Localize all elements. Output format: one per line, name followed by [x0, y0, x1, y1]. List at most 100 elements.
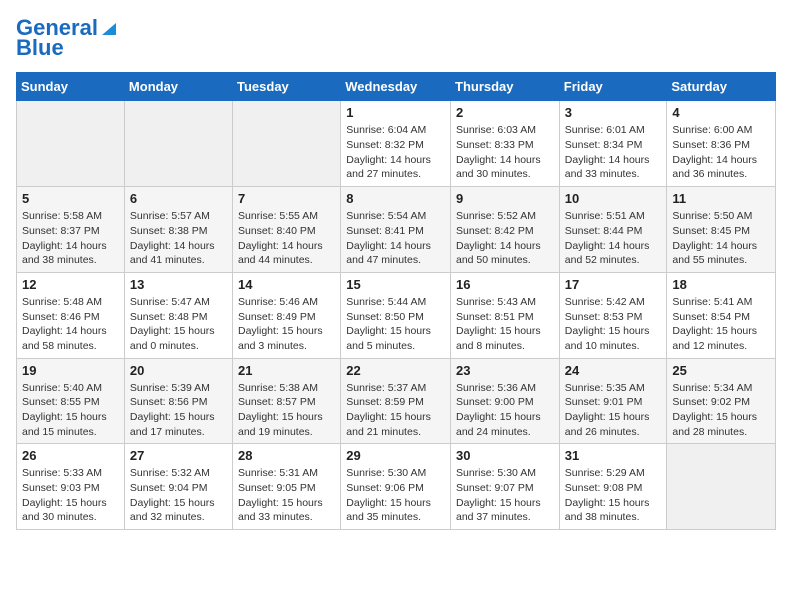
day-info: Sunrise: 5:30 AMSunset: 9:07 PMDaylight:… — [456, 466, 554, 525]
weekday-header-monday: Monday — [124, 73, 232, 101]
calendar-week-2: 5 Sunrise: 5:58 AMSunset: 8:37 PMDaylight… — [17, 187, 776, 273]
day-info: Sunrise: 5:55 AMSunset: 8:40 PMDaylight:… — [238, 209, 335, 268]
calendar-cell: 15 Sunrise: 5:44 AMSunset: 8:50 PMDayligh… — [341, 272, 451, 358]
day-info: Sunrise: 5:58 AMSunset: 8:37 PMDaylight:… — [22, 209, 119, 268]
calendar-cell: 22 Sunrise: 5:37 AMSunset: 8:59 PMDayligh… — [341, 358, 451, 444]
day-number: 14 — [238, 277, 335, 292]
calendar-header-row: SundayMondayTuesdayWednesdayThursdayFrid… — [17, 73, 776, 101]
calendar-cell: 18 Sunrise: 5:41 AMSunset: 8:54 PMDayligh… — [667, 272, 776, 358]
calendar-cell: 30 Sunrise: 5:30 AMSunset: 9:07 PMDayligh… — [451, 444, 560, 530]
logo-icon — [100, 19, 118, 37]
calendar-cell: 20 Sunrise: 5:39 AMSunset: 8:56 PMDayligh… — [124, 358, 232, 444]
calendar-cell: 2Sunrise: 6:03 AMSunset: 8:33 PMDaylight… — [451, 101, 560, 187]
weekday-header-friday: Friday — [559, 73, 667, 101]
day-number: 12 — [22, 277, 119, 292]
day-info: Sunrise: 5:37 AMSunset: 8:59 PMDaylight:… — [346, 381, 445, 440]
logo: General Blue — [16, 16, 118, 60]
day-number: 27 — [130, 448, 227, 463]
day-info: Sunrise: 5:41 AMSunset: 8:54 PMDaylight:… — [672, 295, 770, 354]
day-number: 22 — [346, 363, 445, 378]
calendar-cell: 1Sunrise: 6:04 AMSunset: 8:32 PMDaylight… — [341, 101, 451, 187]
calendar-cell: 19Sunrise: 5:40 AMSunset: 8:55 PMDayligh… — [17, 358, 125, 444]
weekday-header-thursday: Thursday — [451, 73, 560, 101]
calendar-cell: 4Sunrise: 6:00 AMSunset: 8:36 PMDaylight… — [667, 101, 776, 187]
day-info: Sunrise: 5:29 AMSunset: 9:08 PMDaylight:… — [565, 466, 662, 525]
day-info: Sunrise: 5:33 AMSunset: 9:03 PMDaylight:… — [22, 466, 119, 525]
calendar-cell: 24 Sunrise: 5:35 AMSunset: 9:01 PMDayligh… — [559, 358, 667, 444]
day-info: Sunrise: 5:46 AMSunset: 8:49 PMDaylight:… — [238, 295, 335, 354]
calendar-cell: 10 Sunrise: 5:51 AMSunset: 8:44 PMDayligh… — [559, 187, 667, 273]
day-number: 5 — [22, 191, 119, 206]
weekday-header-wednesday: Wednesday — [341, 73, 451, 101]
day-number: 13 — [130, 277, 227, 292]
day-number: 23 — [456, 363, 554, 378]
day-number: 18 — [672, 277, 770, 292]
day-number: 3 — [565, 105, 662, 120]
day-number: 30 — [456, 448, 554, 463]
day-number: 9 — [456, 191, 554, 206]
calendar-cell: 26 Sunrise: 5:33 AMSunset: 9:03 PMDayligh… — [17, 444, 125, 530]
weekday-header-tuesday: Tuesday — [233, 73, 341, 101]
calendar-cell: 27 Sunrise: 5:32 AMSunset: 9:04 PMDayligh… — [124, 444, 232, 530]
calendar-cell: 8 Sunrise: 5:54 AMSunset: 8:41 PMDaylight… — [341, 187, 451, 273]
day-info: Sunrise: 5:43 AMSunset: 8:51 PMDaylight:… — [456, 295, 554, 354]
day-info: Sunrise: 5:39 AMSunset: 8:56 PMDaylight:… — [130, 381, 227, 440]
calendar-cell: 12 Sunrise: 5:48 AMSunset: 8:46 PMDayligh… — [17, 272, 125, 358]
calendar-cell: 3 Sunrise: 6:01 AMSunset: 8:34 PMDaylight… — [559, 101, 667, 187]
calendar-week-3: 12 Sunrise: 5:48 AMSunset: 8:46 PMDayligh… — [17, 272, 776, 358]
calendar-week-4: 19Sunrise: 5:40 AMSunset: 8:55 PMDayligh… — [17, 358, 776, 444]
day-info: Sunrise: 6:01 AMSunset: 8:34 PMDaylight:… — [565, 123, 662, 182]
day-number: 24 — [565, 363, 662, 378]
calendar-cell: 5 Sunrise: 5:58 AMSunset: 8:37 PMDaylight… — [17, 187, 125, 273]
day-info: Sunrise: 5:42 AMSunset: 8:53 PMDaylight:… — [565, 295, 662, 354]
day-info: Sunrise: 5:32 AMSunset: 9:04 PMDaylight:… — [130, 466, 227, 525]
day-info: Sunrise: 5:54 AMSunset: 8:41 PMDaylight:… — [346, 209, 445, 268]
logo-text-blue: Blue — [16, 36, 64, 60]
calendar-cell: 16 Sunrise: 5:43 AMSunset: 8:51 PMDayligh… — [451, 272, 560, 358]
calendar-cell — [124, 101, 232, 187]
calendar-cell: 31 Sunrise: 5:29 AMSunset: 9:08 PMDayligh… — [559, 444, 667, 530]
day-info: Sunrise: 5:40 AMSunset: 8:55 PMDaylight:… — [22, 381, 119, 440]
day-info: Sunrise: 5:48 AMSunset: 8:46 PMDaylight:… — [22, 295, 119, 354]
calendar-cell: 25 Sunrise: 5:34 AMSunset: 9:02 PMDayligh… — [667, 358, 776, 444]
day-number: 15 — [346, 277, 445, 292]
day-info: Sunrise: 5:52 AMSunset: 8:42 PMDaylight:… — [456, 209, 554, 268]
day-number: 2 — [456, 105, 554, 120]
day-info: Sunrise: 5:30 AMSunset: 9:06 PMDaylight:… — [346, 466, 445, 525]
day-info: Sunrise: 5:50 AMSunset: 8:45 PMDaylight:… — [672, 209, 770, 268]
day-number: 17 — [565, 277, 662, 292]
calendar-cell: 29 Sunrise: 5:30 AMSunset: 9:06 PMDayligh… — [341, 444, 451, 530]
calendar-cell: 28 Sunrise: 5:31 AMSunset: 9:05 PMDayligh… — [233, 444, 341, 530]
day-number: 8 — [346, 191, 445, 206]
calendar-week-1: 1Sunrise: 6:04 AMSunset: 8:32 PMDaylight… — [17, 101, 776, 187]
day-number: 20 — [130, 363, 227, 378]
calendar-cell: 14 Sunrise: 5:46 AMSunset: 8:49 PMDayligh… — [233, 272, 341, 358]
calendar-cell: 11Sunrise: 5:50 AMSunset: 8:45 PMDayligh… — [667, 187, 776, 273]
day-info: Sunrise: 5:38 AMSunset: 8:57 PMDaylight:… — [238, 381, 335, 440]
day-info: Sunrise: 6:04 AMSunset: 8:32 PMDaylight:… — [346, 123, 445, 182]
day-number: 10 — [565, 191, 662, 206]
day-number: 25 — [672, 363, 770, 378]
calendar-cell — [17, 101, 125, 187]
day-number: 7 — [238, 191, 335, 206]
day-number: 26 — [22, 448, 119, 463]
calendar-week-5: 26 Sunrise: 5:33 AMSunset: 9:03 PMDayligh… — [17, 444, 776, 530]
day-info: Sunrise: 5:35 AMSunset: 9:01 PMDaylight:… — [565, 381, 662, 440]
calendar-cell: 6Sunrise: 5:57 AMSunset: 8:38 PMDaylight… — [124, 187, 232, 273]
day-info: Sunrise: 5:44 AMSunset: 8:50 PMDaylight:… — [346, 295, 445, 354]
day-info: Sunrise: 6:00 AMSunset: 8:36 PMDaylight:… — [672, 123, 770, 182]
day-number: 21 — [238, 363, 335, 378]
day-info: Sunrise: 5:31 AMSunset: 9:05 PMDaylight:… — [238, 466, 335, 525]
day-number: 29 — [346, 448, 445, 463]
day-info: Sunrise: 5:34 AMSunset: 9:02 PMDaylight:… — [672, 381, 770, 440]
day-info: Sunrise: 5:51 AMSunset: 8:44 PMDaylight:… — [565, 209, 662, 268]
calendar-cell: 17 Sunrise: 5:42 AMSunset: 8:53 PMDayligh… — [559, 272, 667, 358]
day-number: 16 — [456, 277, 554, 292]
calendar-cell — [667, 444, 776, 530]
page-header: General Blue — [16, 16, 776, 60]
weekday-header-sunday: Sunday — [17, 73, 125, 101]
day-number: 31 — [565, 448, 662, 463]
day-info: Sunrise: 5:57 AMSunset: 8:38 PMDaylight:… — [130, 209, 227, 268]
weekday-header-saturday: Saturday — [667, 73, 776, 101]
day-number: 28 — [238, 448, 335, 463]
